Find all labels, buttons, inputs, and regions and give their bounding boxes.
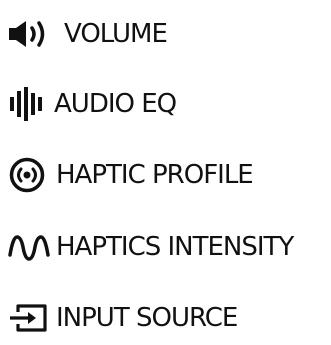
haptic-profile-icon xyxy=(8,153,56,197)
input-source-icon xyxy=(8,296,56,340)
settings-menu: VOLUME AUDIO EQ HAPTIC PROFILE HAPTICS I… xyxy=(0,0,331,345)
menu-item-label: INPUT SOURCE xyxy=(56,303,238,333)
menu-item-label: VOLUME xyxy=(64,19,168,49)
menu-item-label: AUDIO EQ xyxy=(54,89,177,119)
menu-item-haptic-profile[interactable]: HAPTIC PROFILE xyxy=(8,153,254,197)
menu-item-haptics-intensity[interactable]: HAPTICS INTENSITY xyxy=(8,225,294,269)
menu-item-label: HAPTICS INTENSITY xyxy=(56,232,294,262)
menu-item-volume[interactable]: VOLUME xyxy=(8,12,168,56)
audio-eq-icon xyxy=(8,82,54,126)
volume-icon xyxy=(8,12,64,56)
menu-item-audio-eq[interactable]: AUDIO EQ xyxy=(8,82,177,126)
menu-item-label: HAPTIC PROFILE xyxy=(56,160,254,190)
menu-item-input-source[interactable]: INPUT SOURCE xyxy=(8,296,238,340)
haptics-intensity-icon xyxy=(8,225,56,269)
